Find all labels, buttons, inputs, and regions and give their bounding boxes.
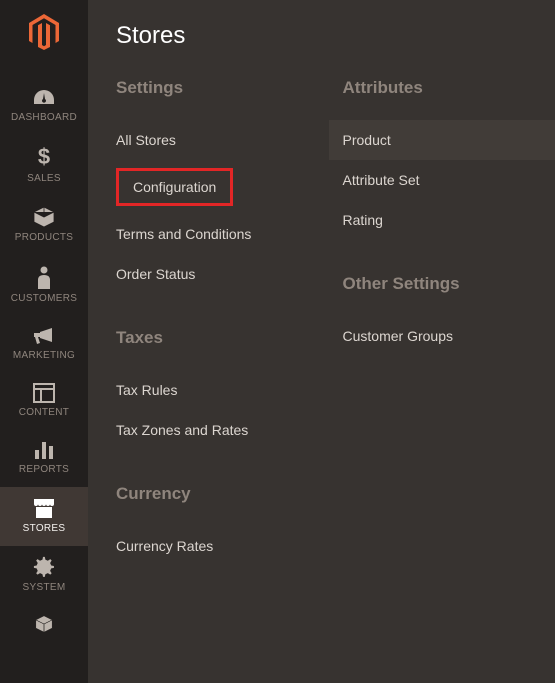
link-tax-zones-and-rates[interactable]: Tax Zones and Rates (116, 410, 301, 450)
dollar-icon: $ (37, 145, 51, 169)
svg-text:$: $ (38, 145, 50, 169)
person-icon (36, 265, 52, 289)
link-tax-rules[interactable]: Tax Rules (116, 370, 301, 410)
section-attributes: Attributes Product Attribute Set Rating (343, 78, 528, 240)
panel-columns: Settings All Stores Configuration Terms … (88, 78, 555, 600)
right-column: Attributes Product Attribute Set Rating … (329, 78, 555, 600)
sidebar-item-label: SYSTEM (23, 582, 66, 593)
stores-panel: Stores Settings All Stores Configuration… (88, 0, 555, 683)
sidebar-item-label: SALES (27, 173, 61, 184)
cube-icon (32, 615, 56, 633)
sidebar-item-dashboard[interactable]: DASHBOARD (0, 78, 88, 135)
sidebar-item-sales[interactable]: $ SALES (0, 135, 88, 196)
link-currency-rates[interactable]: Currency Rates (116, 526, 301, 566)
magento-logo[interactable] (28, 14, 60, 50)
layout-icon (33, 383, 55, 403)
section-settings: Settings All Stores Configuration Terms … (116, 78, 301, 294)
sidebar-item-label: CONTENT (19, 407, 69, 418)
sidebar-item-stores[interactable]: STORES (0, 487, 88, 546)
box-icon (32, 206, 56, 228)
section-heading: Currency (116, 484, 301, 504)
sidebar-item-extensions[interactable] (0, 605, 88, 637)
sidebar-item-label: CUSTOMERS (11, 293, 77, 304)
left-column: Settings All Stores Configuration Terms … (88, 78, 329, 600)
sidebar-item-label: REPORTS (19, 464, 69, 475)
link-configuration[interactable]: Configuration (116, 168, 233, 206)
sidebar-item-label: PRODUCTS (15, 232, 74, 243)
link-all-stores[interactable]: All Stores (116, 120, 301, 160)
gear-icon (33, 556, 55, 578)
sidebar-item-label: MARKETING (13, 350, 75, 361)
sidebar-item-marketing[interactable]: MARKETING (0, 316, 88, 373)
section-heading: Attributes (343, 78, 528, 98)
link-terms-and-conditions[interactable]: Terms and Conditions (116, 214, 301, 254)
section-heading: Settings (116, 78, 301, 98)
megaphone-icon (32, 326, 56, 346)
sidebar-item-content[interactable]: CONTENT (0, 373, 88, 430)
link-product[interactable]: Product (329, 120, 555, 160)
section-heading: Other Settings (343, 274, 528, 294)
link-rating[interactable]: Rating (343, 200, 528, 240)
sidebar-item-system[interactable]: SYSTEM (0, 546, 88, 605)
section-currency: Currency Currency Rates (116, 484, 301, 566)
sidebar-item-label: DASHBOARD (11, 112, 77, 123)
admin-sidebar: DASHBOARD $ SALES PRODUCTS CUSTOMERS MAR… (0, 0, 88, 683)
sidebar-item-products[interactable]: PRODUCTS (0, 196, 88, 255)
link-order-status[interactable]: Order Status (116, 254, 301, 294)
section-taxes: Taxes Tax Rules Tax Zones and Rates (116, 328, 301, 450)
panel-title: Stores (88, 22, 555, 78)
link-customer-groups[interactable]: Customer Groups (343, 316, 528, 356)
dashboard-icon (32, 88, 56, 108)
sidebar-item-reports[interactable]: REPORTS (0, 430, 88, 487)
storefront-icon (32, 497, 56, 519)
link-attribute-set[interactable]: Attribute Set (343, 160, 528, 200)
bars-icon (33, 440, 55, 460)
sidebar-item-label: STORES (23, 523, 66, 534)
section-heading: Taxes (116, 328, 301, 348)
section-other-settings: Other Settings Customer Groups (343, 274, 528, 356)
sidebar-item-customers[interactable]: CUSTOMERS (0, 255, 88, 316)
